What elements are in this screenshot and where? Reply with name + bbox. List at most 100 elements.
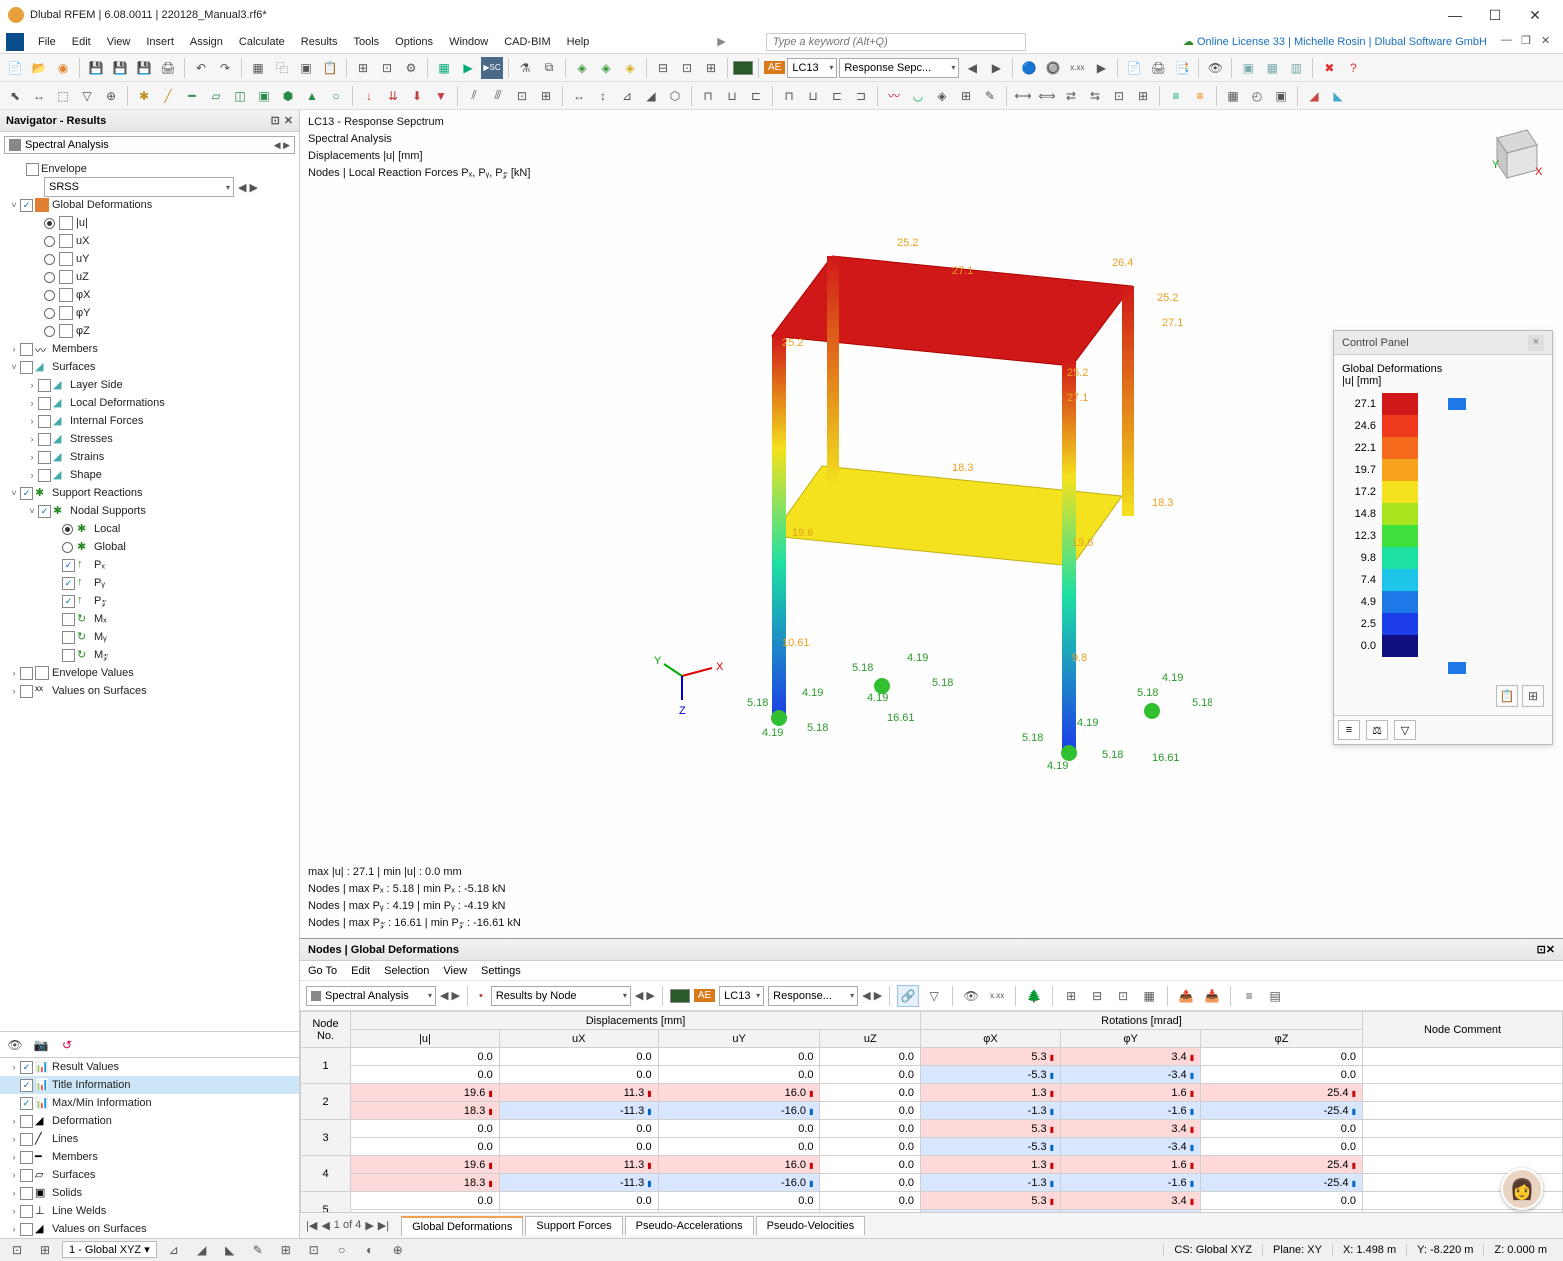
legend-settings-icon[interactable]: ⊞ xyxy=(1522,685,1544,707)
res2-icon[interactable]: ⊔ xyxy=(802,85,824,107)
report-icon[interactable]: 📄 xyxy=(1123,57,1145,79)
results-table[interactable]: Node No. Displacements [mm] Rotations [m… xyxy=(300,1011,1563,1212)
table-lc-select[interactable]: LC13 xyxy=(719,986,764,1006)
new-icon[interactable]: 📄 xyxy=(4,57,26,79)
animate-icon[interactable]: ▶ xyxy=(1090,57,1112,79)
keyword-search[interactable] xyxy=(766,33,1026,51)
pin-icon[interactable]: ⊡ xyxy=(271,114,280,127)
tree-phix[interactable]: φX xyxy=(76,289,90,301)
checkbox[interactable] xyxy=(38,415,51,428)
diag4-icon[interactable]: ⊞ xyxy=(955,85,977,107)
radio[interactable] xyxy=(62,524,73,535)
minimize-button[interactable]: — xyxy=(1435,0,1475,30)
close-panel-icon[interactable]: ✕ xyxy=(284,114,293,127)
help-icon[interactable]: ? xyxy=(1342,57,1364,79)
move-icon[interactable]: ↔ xyxy=(28,85,50,107)
menu-cadbim[interactable]: CAD-BIM xyxy=(496,33,558,51)
checkbox[interactable] xyxy=(26,163,39,176)
set-icon[interactable]: ⬢ xyxy=(277,85,299,107)
tree-ux[interactable]: uX xyxy=(76,235,89,247)
s2-icon[interactable]: ◢ xyxy=(191,1239,213,1261)
cp-tab3[interactable]: ▽ xyxy=(1394,720,1416,740)
eye-icon[interactable]: 👁 xyxy=(960,985,982,1007)
viewport-3d[interactable]: LC13 - Response Sepctrum Spectral Analys… xyxy=(300,110,1563,938)
tree-lines[interactable]: Lines xyxy=(52,1133,78,1145)
pin-icon[interactable]: ⊡ xyxy=(1537,944,1546,956)
checkbox[interactable] xyxy=(38,379,51,392)
table-cat-select[interactable]: Spectral Analysis xyxy=(306,986,436,1006)
model-data-icon[interactable]: ▦ xyxy=(247,57,269,79)
tree-stresses[interactable]: Stresses xyxy=(70,433,113,445)
tree-local[interactable]: Local xyxy=(94,523,120,535)
checkbox[interactable] xyxy=(62,613,75,626)
s9-icon[interactable]: ⊕ xyxy=(387,1239,409,1261)
diag1-icon[interactable]: 〰 xyxy=(883,85,905,107)
tree-px[interactable]: Pₓ xyxy=(94,559,105,571)
radio[interactable] xyxy=(44,272,55,283)
color-swatch[interactable] xyxy=(733,61,753,75)
dim5-icon[interactable]: ⬡ xyxy=(664,85,686,107)
s4-icon[interactable]: ✎ xyxy=(247,1239,269,1261)
a4-icon[interactable]: ⇆ xyxy=(1084,85,1106,107)
undo-icon[interactable]: ↶ xyxy=(190,57,212,79)
vals-icon[interactable]: x.xx xyxy=(986,985,1008,1007)
tree-surfaces2[interactable]: Surfaces xyxy=(52,1169,95,1181)
s8-icon[interactable]: ◐ xyxy=(359,1239,381,1261)
last-page-icon[interactable]: ▶| xyxy=(378,1219,389,1232)
checkbox[interactable] xyxy=(38,397,51,410)
radio[interactable] xyxy=(44,254,55,265)
expand-icon[interactable]: › xyxy=(26,416,38,426)
notes-icon[interactable]: 📋 xyxy=(319,57,341,79)
tree-global-def[interactable]: Global Deformations xyxy=(52,199,152,211)
menu-tools[interactable]: Tools xyxy=(345,33,387,51)
tab-global-def[interactable]: Global Deformations xyxy=(401,1216,523,1236)
s1-icon[interactable]: ⊿ xyxy=(163,1239,185,1261)
radio[interactable] xyxy=(44,326,55,337)
prev-lc-icon[interactable]: ◀ xyxy=(961,57,983,79)
script-icon[interactable]: ⧉ xyxy=(538,57,560,79)
checkbox[interactable]: ✓ xyxy=(62,595,75,608)
checkbox[interactable] xyxy=(20,361,33,374)
filter-icon[interactable]: ▽ xyxy=(923,985,945,1007)
checkbox[interactable]: ✓ xyxy=(20,199,33,212)
expand-icon[interactable]: › xyxy=(26,470,38,480)
res1-icon[interactable]: ⊓ xyxy=(778,85,800,107)
radio[interactable] xyxy=(62,542,73,553)
tree-valsurf2[interactable]: Values on Surfaces xyxy=(52,1223,147,1235)
close-panel-icon[interactable]: × xyxy=(1528,335,1544,351)
tool4-icon[interactable]: ⊞ xyxy=(535,85,557,107)
expand-icon[interactable]: › xyxy=(8,668,20,678)
diag2-icon[interactable]: ◡ xyxy=(907,85,929,107)
table-menu-edit[interactable]: Edit xyxy=(351,965,370,977)
values-icon[interactable]: x.xx xyxy=(1066,57,1088,79)
tree-envvals[interactable]: Envelope Values xyxy=(52,667,134,679)
display-icon[interactable]: ◈ xyxy=(571,57,593,79)
tree-mz[interactable]: M𝓏 xyxy=(94,649,108,662)
printout-icon[interactable]: 📑 xyxy=(1171,57,1193,79)
mdi-close-icon[interactable]: ✕ xyxy=(1541,34,1557,50)
tree-uz[interactable]: uZ xyxy=(76,271,89,283)
navigator-category[interactable]: Spectral Analysis ◀ ▶ xyxy=(4,136,295,154)
grid4-icon[interactable]: ▦ xyxy=(1138,985,1160,1007)
cp-tab1[interactable]: ≡ xyxy=(1338,720,1360,740)
c1-icon[interactable]: ▦ xyxy=(1222,85,1244,107)
tree-mx[interactable]: Mₓ xyxy=(94,613,107,625)
wire-icon[interactable]: ◈ xyxy=(619,57,641,79)
tree-result-values[interactable]: Result Values xyxy=(52,1061,119,1073)
diag5-icon[interactable]: ✎ xyxy=(979,85,1001,107)
opening-icon[interactable]: ◫ xyxy=(229,85,251,107)
import-icon[interactable]: 📥 xyxy=(1201,985,1223,1007)
s6-icon[interactable]: ⊡ xyxy=(303,1239,325,1261)
expand-icon[interactable]: ˅ xyxy=(8,488,20,498)
expand-icon[interactable]: › xyxy=(26,380,38,390)
units-icon[interactable]: ⊡ xyxy=(376,57,398,79)
calc-all-icon[interactable]: ▶ xyxy=(457,57,479,79)
expand-icon[interactable]: › xyxy=(8,686,20,696)
srss-select[interactable]: SRSS xyxy=(44,177,234,197)
col-icon[interactable]: ≡ xyxy=(1238,985,1260,1007)
clip-icon[interactable]: ⊡ xyxy=(676,57,698,79)
menu-view[interactable]: View xyxy=(99,33,139,51)
dim4-icon[interactable]: ◢ xyxy=(640,85,662,107)
tree-strains[interactable]: Strains xyxy=(70,451,104,463)
expand-icon[interactable]: › xyxy=(26,398,38,408)
